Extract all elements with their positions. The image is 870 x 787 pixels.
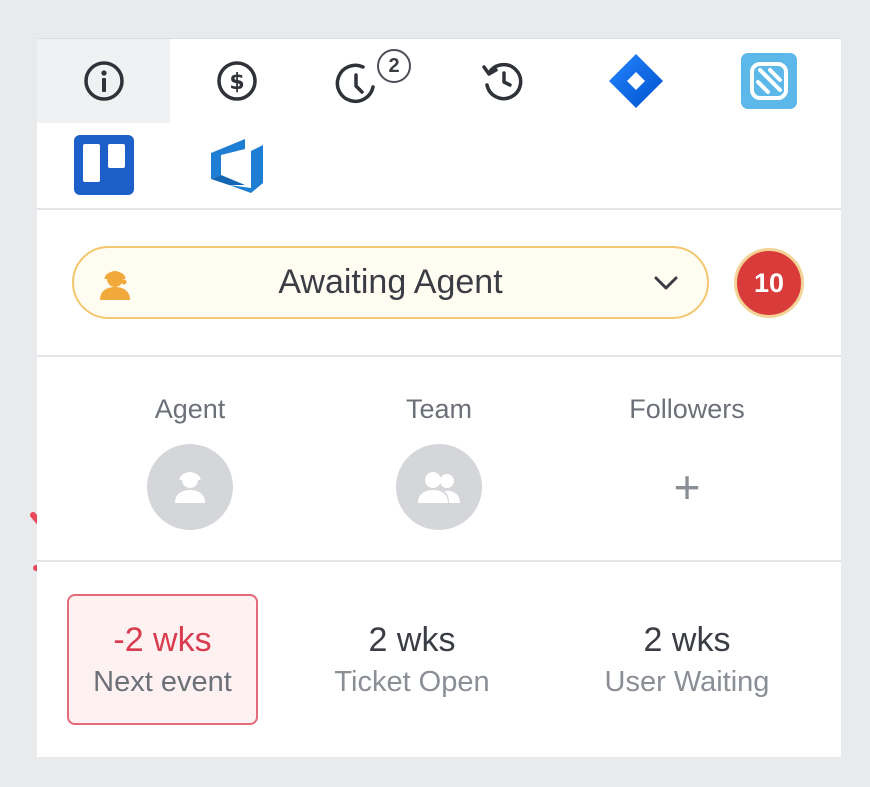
app-toolbar: $ 2 (37, 39, 841, 209)
followers-label: Followers (629, 394, 745, 424)
ticket-sidebar-panel: $ 2 Awaiting Agent 10 Agent Team Followe… (37, 38, 841, 757)
agent-avatar[interactable] (147, 444, 233, 530)
azure-devops-tab[interactable] (170, 123, 303, 207)
plus-icon: + (673, 461, 701, 513)
people-divider (37, 560, 841, 562)
info-icon (83, 61, 124, 101)
integration-tab[interactable] (702, 39, 835, 123)
next-event-stat: -2 wks Next event (67, 594, 258, 725)
stat-value: 2 wks (368, 620, 456, 659)
trello-icon (73, 135, 134, 195)
team-label: Team (405, 394, 473, 424)
agent-placeholder-icon (175, 472, 205, 503)
agent-label: Agent (154, 394, 226, 424)
clock-badge: 2 (377, 49, 411, 83)
jira-icon (608, 54, 663, 108)
svg-text:$: $ (229, 70, 244, 95)
status-dropdown[interactable]: Awaiting Agent (72, 246, 709, 319)
clock-icon (335, 63, 375, 104)
stat-caption: Next event (93, 665, 232, 698)
toolbar-divider (37, 208, 841, 210)
jira-tab[interactable] (569, 39, 702, 123)
team-avatar[interactable] (396, 444, 482, 530)
team-placeholder-icon (418, 472, 460, 503)
trello-tab[interactable] (37, 123, 170, 207)
stat-caption: Ticket Open (334, 665, 490, 698)
ticket-open-stat: 2 wks Ticket Open (307, 594, 517, 725)
followers-section: Followers + (557, 394, 817, 534)
stat-value: -2 wks (113, 620, 212, 659)
history-icon (481, 62, 522, 101)
billing-tab[interactable]: $ (170, 39, 303, 123)
add-follower-button[interactable]: + (644, 444, 730, 530)
stat-caption: User Waiting (604, 665, 770, 698)
info-tab[interactable] (37, 39, 170, 123)
sla-tab[interactable]: 2 (303, 39, 436, 123)
status-label: Awaiting Agent (278, 263, 503, 301)
agent-section: Agent (60, 394, 320, 534)
team-section: Team (309, 394, 569, 534)
status-count-badge: 10 (734, 248, 804, 318)
chevron-down-icon (654, 276, 678, 290)
dollar-icon: $ (216, 61, 257, 101)
history-tab[interactable] (436, 39, 569, 123)
user-waiting-stat: 2 wks User Waiting (577, 594, 797, 725)
square-app-icon (740, 53, 797, 109)
status-divider (37, 355, 841, 357)
stat-value: 2 wks (643, 620, 731, 659)
azure-devops-icon (210, 139, 263, 193)
